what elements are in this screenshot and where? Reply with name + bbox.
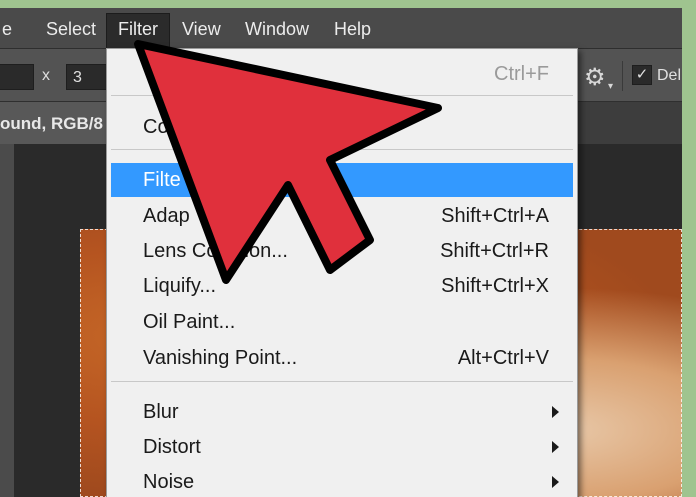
document-tab-label: ound, RGB/8 <box>0 114 103 133</box>
menu-item-distort[interactable]: Distort <box>107 430 577 464</box>
adaptive-label: Adap <box>143 205 190 227</box>
menu-bar: e Select Filter View Window Help <box>0 8 682 50</box>
filter-gallery-label: Filte <box>143 169 181 191</box>
menu-item-lens-correction[interactable]: Lens Co ction... Shift+Ctrl+R <box>107 234 577 268</box>
page-frame: e Select Filter View Window Help x 3 ⚙ ▾… <box>0 0 696 497</box>
submenu-arrow-icon <box>552 476 559 488</box>
filter-menu-dropdown: Filter Ctrl+F Co Filters Filte Adap le..… <box>106 48 578 497</box>
menu-separator <box>111 95 573 96</box>
menu-item-last-filter[interactable]: Filter Ctrl+F <box>107 57 577 91</box>
lens-label: Lens Co <box>143 240 218 262</box>
liquify-shortcut: Shift+Ctrl+X <box>441 275 549 297</box>
menu-item-blur[interactable]: Blur <box>107 395 577 429</box>
lens-shortcut: Shift+Ctrl+R <box>440 240 549 262</box>
vanishing-shortcut: Alt+Ctrl+V <box>457 347 549 369</box>
menu-item-liquify[interactable]: Liquify... Shift+Ctrl+X <box>107 269 577 303</box>
submenu-arrow-icon <box>552 406 559 418</box>
adaptive-label-end: le... <box>329 205 362 227</box>
width-field[interactable] <box>0 64 34 90</box>
menu-select[interactable]: Select <box>46 19 96 40</box>
blur-label: Blur <box>143 401 179 423</box>
menu-view[interactable]: View <box>182 19 221 40</box>
delete-cropped-label: Del <box>657 67 682 84</box>
menu-item-vanishing-point[interactable]: Vanishing Point... Alt+Ctrl+V <box>107 341 577 375</box>
menu-window[interactable]: Window <box>245 19 309 40</box>
submenu-arrow-icon <box>552 441 559 453</box>
tools-panel-edge <box>0 144 14 497</box>
menu-item-convert-smart-filters[interactable]: Co Filters <box>107 110 577 144</box>
photoshop-window: e Select Filter View Window Help x 3 ⚙ ▾… <box>0 8 682 497</box>
menu-help[interactable]: Help <box>334 19 371 40</box>
x-separator: x <box>42 67 50 84</box>
liquify-label: Liquify... <box>143 275 216 297</box>
last-filter-label: Filter <box>187 63 232 85</box>
menu-separator <box>111 149 573 150</box>
document-tab[interactable]: ound, RGB/8 <box>0 102 110 144</box>
distort-label: Distort <box>143 436 201 458</box>
delete-cropped-checkbox[interactable]: ✓ <box>632 65 652 85</box>
menu-separator <box>111 381 573 382</box>
lens-label-end: ction... <box>229 240 288 262</box>
oil-paint-label: Oil Paint... <box>143 311 236 333</box>
dropdown-caret-icon[interactable]: ▾ <box>608 81 613 92</box>
menu-item-adaptive-wide-angle[interactable]: Adap le... Shift+Ctrl+A <box>107 199 577 233</box>
convert-label-end: Filters <box>319 116 374 138</box>
noise-label: Noise <box>143 471 195 493</box>
adaptive-shortcut: Shift+Ctrl+A <box>441 205 549 227</box>
menu-item-oil-paint[interactable]: Oil Paint... <box>107 305 577 339</box>
menu-item-noise[interactable]: Noise <box>107 465 577 497</box>
vanishing-label: Vanishing Point... <box>143 347 298 369</box>
gear-icon[interactable]: ⚙ <box>584 63 606 92</box>
convert-label-start: Co <box>143 116 169 138</box>
last-filter-shortcut: Ctrl+F <box>494 63 549 85</box>
menu-item-filter-gallery[interactable]: Filte <box>111 163 573 197</box>
toolbar-divider <box>622 61 623 91</box>
menu-edit-partial[interactable]: e <box>2 19 12 40</box>
menu-filter[interactable]: Filter <box>118 19 158 40</box>
